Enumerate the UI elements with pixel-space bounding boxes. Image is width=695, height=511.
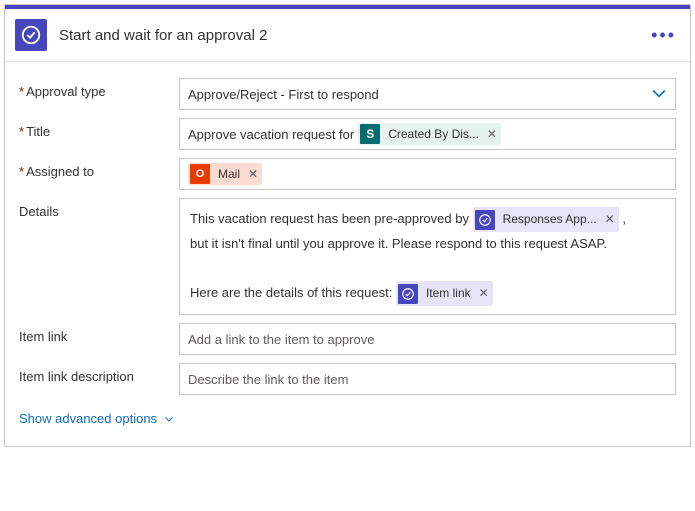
details-text: This vacation request has been pre-appro…	[190, 211, 473, 226]
more-menu-button[interactable]: •••	[651, 25, 676, 46]
row-title: *Title Approve vacation request for S Cr…	[19, 118, 676, 150]
title-text: Approve vacation request for	[188, 127, 354, 142]
row-item-link: Item link Add a link to the item to appr…	[19, 323, 676, 355]
chevron-down-icon[interactable]	[649, 83, 669, 106]
title-input[interactable]: Approve vacation request for S Created B…	[179, 118, 676, 150]
label-item-link: Item link	[19, 323, 179, 344]
item-link-desc-placeholder: Describe the link to the item	[188, 372, 348, 387]
token-label: Created By Dis...	[386, 127, 481, 141]
approval-type-select[interactable]: Approve/Reject - First to respond	[179, 78, 676, 110]
card-body: *Approval type Approve/Reject - First to…	[5, 62, 690, 446]
token-label: Item link	[424, 282, 473, 305]
label-approval-type: *Approval type	[19, 78, 179, 99]
label-assigned-to: *Assigned to	[19, 158, 179, 179]
advanced-label: Show advanced options	[19, 411, 157, 426]
spacer	[190, 257, 665, 282]
token-label: Mail	[216, 167, 242, 181]
approval-token-icon	[475, 210, 495, 230]
label-details: Details	[19, 198, 179, 219]
assigned-to-input[interactable]: O Mail ✕	[179, 158, 676, 190]
token-remove-icon[interactable]: ✕	[487, 127, 497, 141]
row-details: Details This vacation request has been p…	[19, 198, 676, 315]
details-input[interactable]: This vacation request has been pre-appro…	[179, 198, 676, 315]
token-mail[interactable]: O Mail ✕	[188, 163, 262, 185]
token-remove-icon[interactable]: ✕	[479, 282, 489, 305]
label-item-link-desc: Item link description	[19, 363, 179, 384]
approval-token-icon	[398, 284, 418, 304]
details-text: Here are the details of this request:	[190, 286, 396, 301]
card-title: Start and wait for an approval 2	[59, 27, 651, 44]
token-label: Responses App...	[501, 208, 599, 231]
row-item-link-desc: Item link description Describe the link …	[19, 363, 676, 395]
card-header: Start and wait for an approval 2 •••	[5, 5, 690, 62]
token-created-by[interactable]: S Created By Dis... ✕	[358, 123, 501, 145]
item-link-desc-input[interactable]: Describe the link to the item	[179, 363, 676, 395]
token-item-link[interactable]: Item link ✕	[396, 281, 493, 306]
row-assigned-to: *Assigned to O Mail ✕	[19, 158, 676, 190]
token-responses-app[interactable]: Responses App... ✕	[473, 207, 619, 232]
office-icon: O	[190, 164, 210, 184]
action-card: Start and wait for an approval 2 ••• *Ap…	[4, 4, 691, 447]
show-advanced-options[interactable]: Show advanced options	[19, 403, 175, 434]
details-text: ,	[622, 211, 626, 226]
approval-type-value: Approve/Reject - First to respond	[188, 87, 379, 102]
approval-icon	[15, 19, 47, 51]
row-approval-type: *Approval type Approve/Reject - First to…	[19, 78, 676, 110]
item-link-input[interactable]: Add a link to the item to approve	[179, 323, 676, 355]
token-remove-icon[interactable]: ✕	[248, 167, 258, 181]
sharepoint-icon: S	[360, 124, 380, 144]
details-text: but it isn't final until you approve it.…	[190, 232, 665, 257]
chevron-down-icon	[163, 413, 175, 425]
item-link-placeholder: Add a link to the item to approve	[188, 332, 374, 347]
token-remove-icon[interactable]: ✕	[605, 208, 615, 231]
label-title: *Title	[19, 118, 179, 139]
